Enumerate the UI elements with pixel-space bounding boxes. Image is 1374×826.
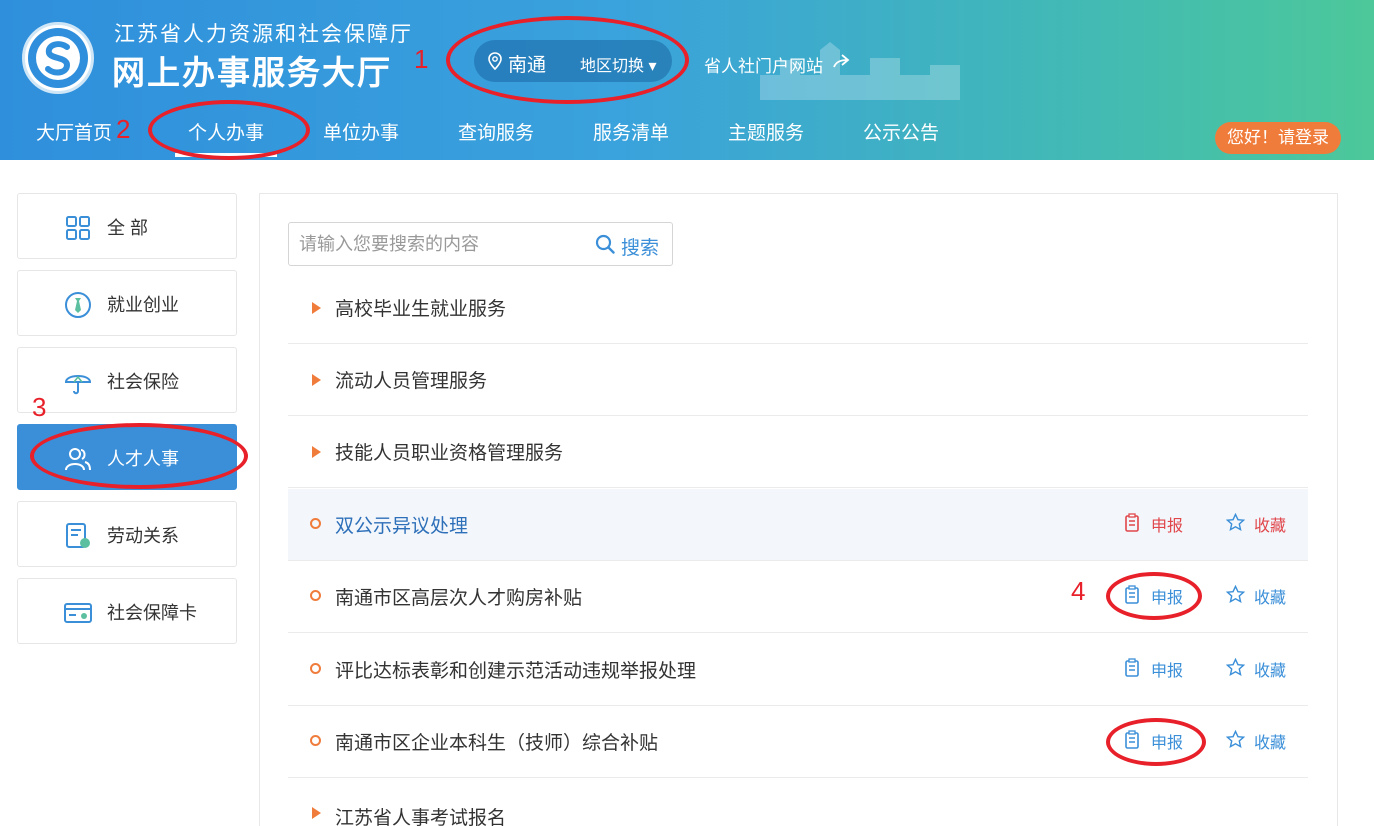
apply-form-icon xyxy=(1125,513,1139,532)
sidebar-item-social-card[interactable]: 社会保障卡 xyxy=(17,578,237,644)
region-switch-button[interactable]: 地区切换 ▾ xyxy=(580,52,656,76)
service-category-row[interactable]: 流动人员管理服务 xyxy=(288,344,1308,416)
sidebar-item-label: 社会保险 xyxy=(107,372,179,392)
sidebar-item-labor[interactable]: 劳动关系 xyxy=(17,501,237,567)
sidebar-item-label: 就业创业 xyxy=(107,295,179,315)
nav-query[interactable]: 查询服务 xyxy=(458,118,534,145)
umbrella-icon xyxy=(64,375,92,395)
service-category-label: 高校毕业生就业服务 xyxy=(335,299,507,320)
grid-icon xyxy=(66,216,90,240)
annotation-number: 2 xyxy=(116,114,131,144)
search-box: 搜索 xyxy=(288,222,673,266)
star-icon xyxy=(1226,730,1245,749)
service-category-row[interactable]: 技能人员职业资格管理服务 xyxy=(288,416,1308,488)
nav-company[interactable]: 单位办事 xyxy=(323,118,399,145)
favorite-label: 收藏 xyxy=(1254,663,1287,680)
favorite-label: 收藏 xyxy=(1254,518,1287,535)
sidebar-item-label: 人才人事 xyxy=(107,449,179,469)
apply-form-icon xyxy=(1125,585,1139,604)
apply-form-icon xyxy=(1125,730,1139,749)
provincial-portal-link[interactable]: 省人社门户网站 xyxy=(704,52,823,77)
nav-active-indicator xyxy=(175,153,277,157)
document-icon xyxy=(66,523,90,548)
nav-home[interactable]: 大厅首页 xyxy=(36,118,112,145)
search-button[interactable]: 搜索 xyxy=(621,233,659,260)
annotation-number: 1 xyxy=(414,44,429,74)
people-icon xyxy=(65,448,91,471)
service-item-label[interactable]: 评比达标表彰和创建示范活动违规举报处理 xyxy=(335,656,696,683)
service-category-label: 技能人员职业资格管理服务 xyxy=(335,443,564,464)
nav-notice[interactable]: 公示公告 xyxy=(863,118,939,145)
favorite-label: 收藏 xyxy=(1254,735,1287,752)
sidebar-item-label: 劳动关系 xyxy=(107,526,179,546)
ministry-logo[interactable] xyxy=(22,22,94,94)
sidebar-item-employment[interactable]: 就业创业 xyxy=(17,270,237,336)
bullet-circle-icon xyxy=(310,518,321,529)
bullet-circle-icon xyxy=(310,735,321,746)
star-icon xyxy=(1226,585,1245,604)
sidebar-item-insurance[interactable]: 社会保险 xyxy=(17,347,237,413)
expand-triangle-icon xyxy=(312,302,321,314)
login-button[interactable]: 您好！请登录 xyxy=(1215,122,1341,154)
expand-triangle-icon xyxy=(312,374,321,386)
search-input[interactable] xyxy=(299,231,589,257)
star-icon xyxy=(1226,658,1245,677)
apply-label: 申报 xyxy=(1151,518,1184,535)
card-icon xyxy=(64,603,92,623)
service-item-label[interactable]: 南通市区企业本科生（技师）综合补贴 xyxy=(335,728,658,755)
favorite-label: 收藏 xyxy=(1254,590,1287,607)
nav-personal[interactable]: 个人办事 xyxy=(188,118,264,145)
tie-icon xyxy=(65,292,91,318)
service-item-row[interactable]: 南通市区企业本科生（技师）综合补贴 申报 收藏 xyxy=(288,706,1308,778)
bullet-circle-icon xyxy=(310,590,321,601)
location-pin-icon xyxy=(488,52,502,70)
sidebar-item-talent[interactable]: 人才人事 xyxy=(17,424,237,490)
search-icon[interactable] xyxy=(595,234,615,254)
service-item-row[interactable]: 双公示异议处理 申报 收藏 xyxy=(288,489,1308,561)
current-city: 南通 xyxy=(508,55,547,76)
bullet-circle-icon xyxy=(310,663,321,674)
service-category-label: 流动人员管理服务 xyxy=(335,371,488,392)
nav-topic[interactable]: 主题服务 xyxy=(728,118,804,145)
service-category-row[interactable]: 高校毕业生就业服务 xyxy=(288,272,1308,344)
service-item-row[interactable]: 南通市区高层次人才购房补贴 申报 收藏 xyxy=(288,561,1308,633)
expand-triangle-icon xyxy=(312,807,321,819)
sidebar-item-label: 全 部 xyxy=(107,218,149,238)
expand-triangle-icon xyxy=(312,446,321,458)
service-item-label[interactable]: 南通市区高层次人才购房补贴 xyxy=(335,583,582,610)
hall-title: 网上办事服务大厅 xyxy=(112,54,392,91)
share-arrow-icon[interactable] xyxy=(832,53,850,69)
service-item-label[interactable]: 双公示异议处理 xyxy=(335,511,468,538)
apply-label: 申报 xyxy=(1151,735,1184,752)
star-icon xyxy=(1226,513,1245,532)
org-name: 江苏省人力资源和社会保障厅 xyxy=(114,23,413,46)
sidebar-item-all[interactable]: 全 部 xyxy=(17,193,237,259)
service-category-row[interactable]: 江苏省人事考试报名 xyxy=(288,779,1308,826)
apply-label: 申报 xyxy=(1151,663,1184,680)
annotation-number: 3 xyxy=(32,392,47,422)
apply-form-icon xyxy=(1125,658,1139,677)
annotation-number: 4 xyxy=(1071,576,1086,606)
sidebar-item-label: 社会保障卡 xyxy=(107,603,197,623)
apply-label: 申报 xyxy=(1151,590,1184,607)
service-item-row[interactable]: 评比达标表彰和创建示范活动违规举报处理 申报 收藏 xyxy=(288,634,1308,706)
nav-service-list[interactable]: 服务清单 xyxy=(593,118,669,145)
service-category-label: 江苏省人事考试报名 xyxy=(335,808,507,826)
